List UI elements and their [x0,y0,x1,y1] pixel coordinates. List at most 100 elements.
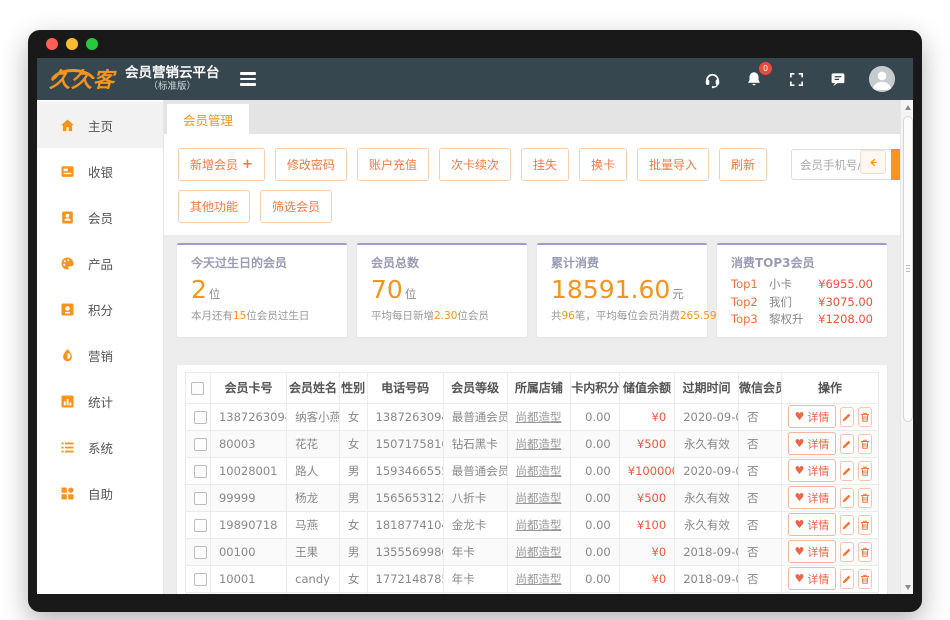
delete-button[interactable] [858,461,872,481]
sidebar-item-points[interactable]: 积分 [37,286,163,332]
chat-icon[interactable] [827,68,849,90]
cell-name: 杨龙 [287,484,340,511]
sidebar-item-label: 营销 [88,346,113,365]
row-actions: ♥详情 [790,459,870,482]
card-renew-button[interactable]: 次卡续次 [439,148,511,181]
window-titlebar [28,30,922,58]
sidebar-item-member[interactable]: 会员 [37,194,163,240]
table-row: 18162971708黎权升男18162971708白金会员尚都造型98.80¥… [186,592,879,594]
detail-label: 详情 [807,571,829,587]
sidebar-item-system[interactable]: 系统 [37,424,163,470]
button-label: 换卡 [591,156,615,173]
close-button[interactable] [46,38,58,50]
batch-import-button[interactable]: 批量导入 [637,148,709,181]
user-avatar[interactable] [869,66,895,92]
store-link[interactable]: 尚都造型 [516,518,562,532]
cell-gender: 男 [339,538,367,565]
delete-button[interactable] [858,542,872,562]
collapse-search-button[interactable] [860,150,886,174]
scrollbar-thumb[interactable] [903,116,913,422]
sidebar-item-cashier[interactable]: 收银 [37,148,163,194]
sidebar-item-selfservice[interactable]: 自助 [37,470,163,516]
row-select-cell [186,538,211,565]
detail-button[interactable]: ♥详情 [788,540,837,563]
store-link[interactable]: 尚都造型 [516,545,562,559]
zoom-button[interactable] [86,38,98,50]
delete-button[interactable] [858,515,872,535]
row-checkbox[interactable] [194,438,207,451]
row-checkbox[interactable] [194,573,207,586]
cell-store: 尚都造型 [507,538,571,565]
detail-button[interactable]: ♥详情 [788,567,837,590]
store-link[interactable]: 尚都造型 [516,491,562,505]
subtitle-text: 平均每日新增 [371,310,434,322]
sidebar-item-stats[interactable]: 统计 [37,378,163,424]
detail-button[interactable]: ♥详情 [788,432,837,455]
tab-bar: 会员管理 [164,100,900,134]
filter-members-button[interactable]: 筛选会员 [260,190,332,223]
store-link[interactable]: 尚都造型 [516,437,562,451]
button-label: 其他功能 [190,198,238,215]
scroll-up-arrow[interactable] [901,100,913,114]
cell-card_no: 13872630946 [210,403,286,430]
other-functions-button[interactable]: 其他功能 [178,190,250,223]
edit-button[interactable] [840,569,854,589]
subtitle-text: 位会员过生日 [246,310,309,322]
row-checkbox[interactable] [194,411,207,424]
select-all-checkbox[interactable] [191,382,204,395]
scroll-down-arrow[interactable] [901,580,913,594]
edit-button[interactable] [840,542,854,562]
tab-member-management[interactable]: 会员管理 [167,104,249,134]
menu-toggle-button[interactable] [234,66,262,92]
stat-card-3: 消费TOP3会员Top1小卡¥6955.00Top2我们¥3075.00Top3… [717,243,887,337]
row-checkbox[interactable] [194,546,207,559]
replace-card-button[interactable]: 换卡 [579,148,627,181]
delete-button[interactable] [858,488,872,508]
fullscreen-icon[interactable] [785,68,807,90]
store-link[interactable]: 尚都造型 [516,572,562,586]
store-link[interactable]: 尚都造型 [516,464,562,478]
delete-button[interactable] [858,569,872,589]
row-checkbox[interactable] [194,492,207,505]
edit-button[interactable] [840,461,854,481]
row-actions: ♥详情 [790,486,870,509]
edit-button[interactable] [840,488,854,508]
cell-level: 钻石黑卡 [443,430,507,457]
cell-expire: 永久有效 [675,484,739,511]
vertical-scrollbar[interactable] [900,100,913,594]
support-headset-icon[interactable] [701,68,723,90]
delete-button[interactable] [858,434,872,454]
minimize-button[interactable] [66,38,78,50]
sidebar-item-marketing[interactable]: 营销 [37,332,163,378]
row-checkbox[interactable] [194,519,207,532]
delete-button[interactable] [858,407,872,427]
notifications-bell-icon[interactable]: 0 [743,68,765,90]
sidebar-item-product[interactable]: 产品 [37,240,163,286]
detail-button[interactable]: ♥详情 [788,459,837,482]
sidebar-item-label: 统计 [88,392,113,411]
detail-button[interactable]: ♥详情 [788,405,837,428]
report-loss-button[interactable]: 挂失 [521,148,569,181]
cell-gender: 男 [339,592,367,594]
change-password-button[interactable]: 修改密码 [275,148,347,181]
refresh-button[interactable]: 刷新 [719,148,767,181]
edit-button[interactable] [840,434,854,454]
cell-expire: 永久有效 [675,430,739,457]
balance-value: ¥0 [652,572,667,586]
cell-wechat: 否 [738,430,781,457]
edit-button[interactable] [840,515,854,535]
plus-icon: + [242,157,253,172]
table-row: 10001candy女17721487850年卡尚都造型0.00¥02018-0… [186,565,879,592]
sidebar-item-home[interactable]: 主页 [37,102,163,148]
row-checkbox[interactable] [194,465,207,478]
account-recharge-button[interactable]: 账户充值 [357,148,429,181]
store-link[interactable]: 尚都造型 [516,410,562,424]
button-label: 新增会员 [190,156,238,173]
detail-button[interactable]: ♥详情 [788,486,837,509]
add-member-button[interactable]: 新增会员 + [178,148,265,181]
row-select-cell [186,592,211,594]
search-button[interactable] [891,149,900,180]
edit-button[interactable] [840,407,854,427]
top-member-row: Top2我们¥3075.00 [731,294,873,312]
detail-button[interactable]: ♥详情 [788,513,837,536]
